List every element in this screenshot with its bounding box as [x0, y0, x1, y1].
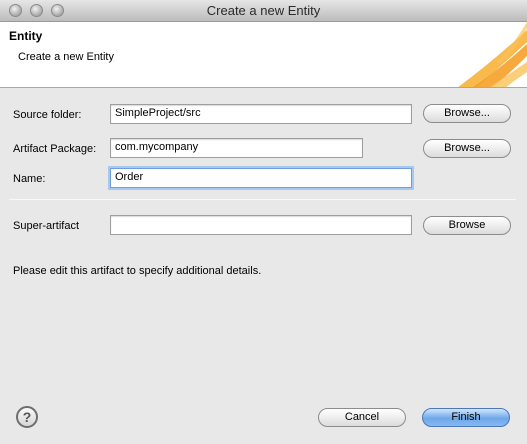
separator: [9, 199, 516, 200]
name-field[interactable]: Order: [110, 168, 412, 188]
wizard-banner: Entity Create a new Entity: [0, 22, 527, 88]
banner-description: Create a new Entity: [18, 51, 114, 63]
artifact-package-field[interactable]: com.mycompany: [110, 138, 363, 158]
source-folder-label: Source folder:: [13, 109, 82, 121]
window-title: Create a new Entity: [206, 3, 321, 18]
finish-button[interactable]: Finish: [422, 408, 510, 427]
source-folder-field[interactable]: SimpleProject/src: [110, 104, 412, 124]
title-bar: Create a new Entity: [0, 0, 527, 22]
banner-heading: Entity: [9, 29, 43, 43]
info-message: Please edit this artifact to specify add…: [13, 265, 262, 277]
super-artifact-label: Super-artifact: [13, 220, 80, 232]
cancel-button[interactable]: Cancel: [318, 408, 406, 427]
banner-graphic: [458, 22, 527, 87]
artifact-package-label: Artifact Package:: [13, 143, 97, 155]
super-artifact-browse-button[interactable]: Browse: [423, 216, 511, 235]
source-folder-browse-button[interactable]: Browse...: [423, 104, 511, 123]
name-label: Name:: [13, 173, 46, 185]
artifact-package-browse-button[interactable]: Browse...: [423, 139, 511, 158]
super-artifact-field[interactable]: [110, 215, 412, 235]
help-icon[interactable]: ?: [16, 406, 38, 428]
